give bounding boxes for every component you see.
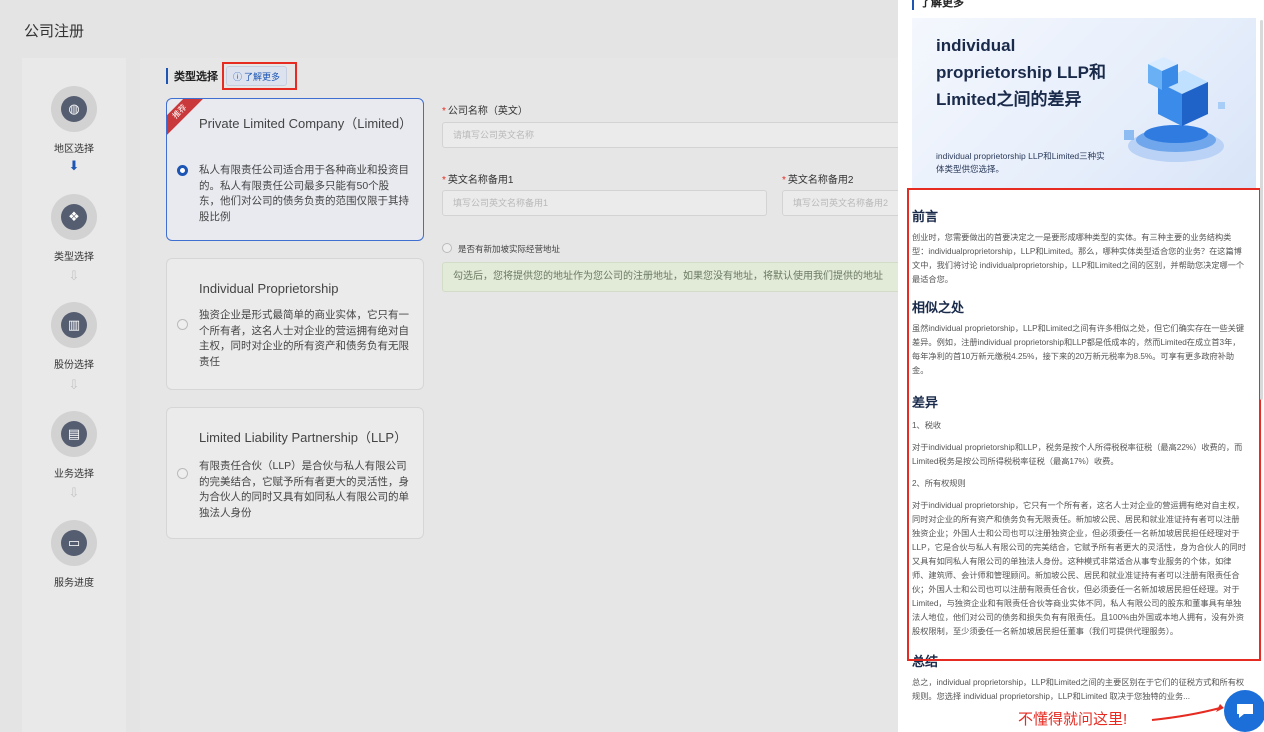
card-title: Private Limited Company（Limited） [199, 116, 413, 131]
alt-name-1-label: * 英文名称备用1 [442, 175, 514, 186]
heading-diff: 差异 [912, 395, 939, 410]
help-icon: ⓘ [233, 71, 243, 82]
layout-icon: ▤ [61, 421, 87, 447]
step-region[interactable]: ◍ 地区选择 [22, 86, 126, 155]
step-type[interactable]: ❖ 类型选择 [22, 194, 126, 263]
cubes-icon: ❖ [61, 204, 87, 230]
card-title: Limited Liability Partnership（LLP） [199, 430, 408, 445]
type-radio-limited[interactable] [177, 165, 188, 176]
step-label: 类型选择 [54, 252, 94, 263]
learn-more-label: 了解更多 [244, 71, 281, 82]
para-summary: 总之，individual proprietorship，LLP和Limited… [912, 678, 1245, 701]
annotation-text: 不懂得就问这里! [1018, 711, 1128, 728]
page-title: 公司注册 [24, 23, 85, 40]
address-notice: 勾选后，您将提供您的地址作为您公司的注册地址，如果您没有地址，将默认使用我们提供… [442, 262, 902, 292]
type-card-individual[interactable]: Individual Proprietorship 独资企业是形式最简单的商业实… [166, 258, 424, 390]
step-label: 服务进度 [54, 578, 94, 589]
company-name-input[interactable]: 请填写公司英文名称 [442, 122, 902, 148]
heading-summary: 总结 [912, 654, 939, 669]
step-label: 地区选择 [54, 144, 94, 155]
type-card-llp[interactable]: Limited Liability Partnership（LLP） 有限责任合… [166, 407, 424, 539]
para-ownership: 对于individual proprietorship，它只有一个所有者，这名人… [912, 501, 1246, 636]
document-icon: ▭ [61, 530, 87, 556]
drawer-banner: individual proprietorship LLP和Limited之间的… [912, 18, 1256, 188]
arrow-down-icon: ⇩ [68, 485, 80, 500]
banner-title: individual proprietorship LLP和Limited之间的… [936, 36, 1106, 109]
step-label: 业务选择 [54, 469, 94, 480]
type-radio-llp[interactable] [177, 468, 188, 479]
alt-name-2-input[interactable]: 填写公司英文名称备用2 [782, 190, 902, 216]
para-intro: 创业时，您需要做出的首要决定之一是要形成哪种类型的实体。有三种主要的业务结构类型… [912, 233, 1245, 284]
para-similar: 虽然individual proprietorship，LLP和Limited之… [912, 324, 1245, 375]
step-label: 股份选择 [54, 360, 94, 371]
step-business[interactable]: ▤ 业务选择 [22, 411, 126, 480]
heading-intro: 前言 [912, 209, 939, 224]
card-desc: 有限责任合伙（LLP）是合伙与私人有限公司的完美结合，它赋予所有者更大的灵活性，… [199, 460, 409, 519]
chat-bubble-icon [1237, 704, 1253, 718]
type-card-limited[interactable]: 推荐 Private Limited Company（Limited） 私人有限… [166, 98, 424, 241]
step-shares[interactable]: ▥ 股份选择 [22, 302, 126, 371]
card-desc: 独资企业是形式最简单的商业实体，它只有一个所有者，这名人士对企业的营运拥有绝对自… [199, 309, 409, 368]
alt-name-2-label: * 英文名称备用2 [782, 175, 854, 186]
arrow-down-icon: ⇩ [68, 377, 80, 392]
alt-name-1-input[interactable]: 填写公司英文名称备用1 [442, 190, 767, 216]
type-radio-individual[interactable] [177, 319, 188, 330]
arrow-down-icon: ⬇ [68, 158, 80, 173]
sub-ownership: 2、所有权规则 [912, 479, 966, 488]
drawer-title: 了解更多 [912, 0, 964, 10]
address-checkbox[interactable] [442, 243, 452, 253]
drawer-content: 前言 创业时，您需要做出的首要决定之一是要形成哪种类型的实体。有三种主要的业务结… [912, 196, 1246, 708]
chart-icon: ▥ [61, 312, 87, 338]
annotation-arrow-icon [1151, 704, 1224, 721]
sub-tax: 1、税收 [912, 421, 942, 430]
learn-more-button[interactable]: ⓘ 了解更多 [226, 66, 288, 86]
chat-button[interactable] [1224, 690, 1264, 732]
card-title: Individual Proprietorship [199, 281, 339, 296]
para-tax: 对于individual proprietorship和LLP，税务是按个人所得… [912, 443, 1243, 466]
learn-more-drawer: 了解更多 individual proprietorship LLP和Limit… [898, 0, 1264, 732]
arrow-down-icon: ⇩ [68, 268, 80, 283]
cube-illustration-icon [1124, 57, 1225, 162]
drawer-scrollbar[interactable] [1260, 20, 1263, 400]
company-name-label: * 公司名称（英文） [442, 106, 528, 117]
address-checkbox-label: 是否有新加坡实际经营地址 [458, 244, 561, 254]
step-progress[interactable]: ▭ 服务进度 [22, 520, 126, 589]
heading-similar: 相似之处 [912, 300, 965, 315]
card-desc: 私人有限责任公司适合用于各种商业和投资目的。私人有限责任公司最多只能有50个股东… [199, 164, 409, 223]
banner-subtitle: individual proprietorship LLP和Limited三种实… [936, 151, 1105, 174]
section-title: 类型选择 [166, 68, 218, 84]
globe-icon: ◍ [61, 96, 87, 122]
